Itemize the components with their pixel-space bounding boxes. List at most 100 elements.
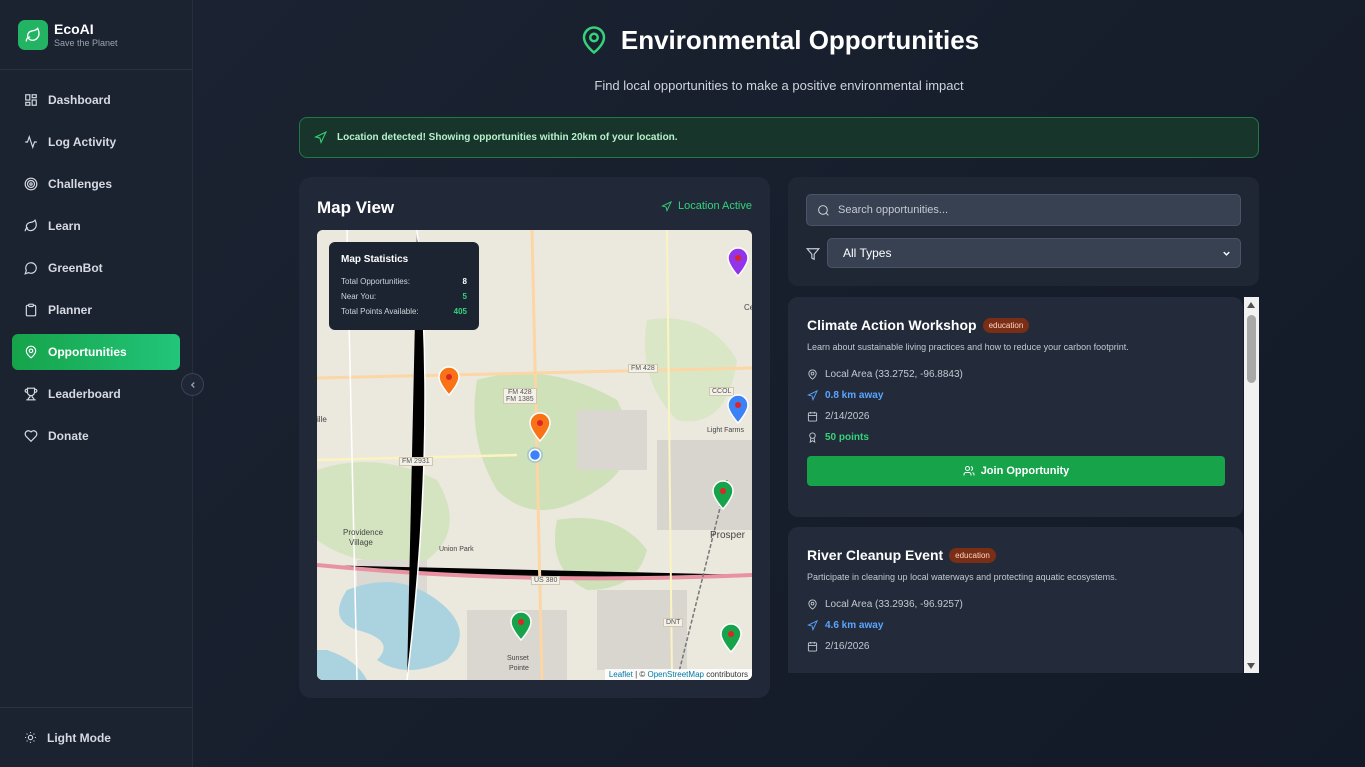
category-badge: education [949, 547, 996, 563]
sidebar-item-label: Donate [48, 429, 89, 443]
map-statistics-title: Map Statistics [341, 254, 409, 265]
navigation-icon [314, 131, 327, 144]
town-label: Village [349, 538, 373, 547]
town-label: Providence [343, 528, 384, 537]
map-marker-blue-icon[interactable] [727, 394, 749, 424]
sidebar-item-learn[interactable]: Learn [12, 208, 180, 244]
opportunity-title: Climate Action Workshop [807, 317, 977, 333]
leaf-logo-icon [18, 19, 48, 50]
type-filter-value: All Types [843, 246, 892, 260]
theme-toggle-button[interactable]: Light Mode [0, 707, 193, 767]
sidebar-item-leaderboard[interactable]: Leaderboard [12, 376, 180, 412]
page-subtitle: Find local opportunities to make a posit… [594, 78, 964, 93]
map-pin-icon [808, 599, 817, 610]
sidebar-item-label: GreenBot [48, 261, 103, 275]
scroll-thumb[interactable] [1247, 315, 1256, 383]
osm-link[interactable]: OpenStreetMap [647, 670, 703, 679]
town-label: Light Farms [707, 427, 744, 434]
sidebar-item-label: Dashboard [48, 93, 111, 107]
chevron-down-icon [1223, 251, 1230, 256]
map-canvas[interactable]: FM 428 FM 428 FM 1385 FM 2931 US 380 DNT … [317, 230, 752, 680]
heart-icon [24, 430, 38, 443]
opportunity-title: River Cleanup Event [807, 547, 944, 563]
navigation-icon [807, 620, 818, 631]
brand[interactable]: EcoAI Save the Planet [0, 0, 192, 70]
opportunities-list[interactable]: Climate Action Workshop education Learn … [788, 297, 1259, 673]
leaflet-link[interactable]: Leaflet [609, 670, 633, 679]
town-label: Union Park [439, 546, 474, 553]
opportunity-date: 2/14/2026 [807, 406, 1224, 427]
map-statistics: Map Statistics Total Opportunities: 8 Nea… [329, 242, 479, 330]
scroll-up-icon[interactable] [1247, 302, 1255, 308]
map-title: Map View [317, 198, 395, 217]
opportunity-distance: 4.6 km away [807, 615, 1224, 636]
navigation-icon [661, 200, 672, 212]
opportunity-date: 2/16/2026 [807, 636, 1224, 657]
sidebar-item-donate[interactable]: Donate [12, 418, 180, 454]
map-pin-icon [808, 369, 817, 380]
map-panel: Map View Location Active FM 428 FM 428 F… [299, 177, 770, 698]
filter-icon [806, 248, 820, 261]
type-filter-select[interactable]: All Types [827, 238, 1241, 268]
stat-total: Total Opportunities: 8 [341, 277, 467, 286]
navigation-icon [807, 390, 818, 401]
search-input[interactable]: Search opportunities... [806, 194, 1241, 226]
opportunity-card: River Cleanup Event education Participat… [788, 527, 1243, 673]
join-button-label: Join Opportunity [980, 465, 1070, 477]
sidebar: EcoAI Save the Planet Dashboard Log Acti… [0, 0, 193, 767]
sidebar-item-challenges[interactable]: Challenges [12, 166, 180, 202]
opportunity-points: 50 points [807, 427, 1224, 448]
list-scrollbar[interactable] [1244, 297, 1259, 673]
search-panel: Search opportunities... All Types [788, 177, 1259, 286]
sidebar-item-dashboard[interactable]: Dashboard [12, 82, 180, 118]
town-label: Ce [744, 303, 752, 312]
sidebar-item-label: Learn [48, 219, 81, 233]
scroll-down-icon[interactable] [1247, 663, 1255, 669]
brand-tagline: Save the Planet [54, 37, 118, 48]
opportunity-location: Local Area (33.2752, -96.8843) [807, 364, 1224, 385]
town-label: Sunset [507, 655, 529, 662]
location-status: Location Active [661, 200, 752, 212]
sidebar-item-planner[interactable]: Planner [12, 292, 180, 328]
map-marker-orange-icon[interactable] [529, 412, 551, 442]
grid-icon [25, 94, 37, 106]
sidebar-nav: Dashboard Log Activity Challenges Learn … [0, 70, 192, 454]
map-marker-green-icon[interactable] [720, 623, 742, 653]
opportunity-distance: 0.8 km away [807, 385, 1224, 406]
road-label: US 380 [531, 576, 561, 585]
road-label: DNT [663, 618, 684, 627]
collapse-sidebar-button[interactable] [181, 373, 204, 396]
sidebar-item-label: Challenges [48, 177, 113, 191]
clipboard-icon [25, 303, 37, 317]
location-alert: Location detected! Showing opportunities… [299, 117, 1259, 158]
town-label: Pointe [509, 665, 529, 672]
sidebar-item-opportunities[interactable]: Opportunities [12, 334, 180, 370]
road-label: FM 428 [628, 364, 658, 373]
opportunity-card: Climate Action Workshop education Learn … [788, 297, 1243, 517]
sidebar-item-greenbot[interactable]: GreenBot [12, 250, 180, 286]
town-label: ille [317, 415, 327, 424]
town-label: Prosper [710, 530, 746, 541]
sidebar-item-label: Log Activity [48, 135, 117, 149]
road-label: FM 428 FM 1385 [503, 388, 537, 404]
opportunity-description: Learn about sustainable living practices… [807, 342, 1129, 352]
page-header: Environmental Opportunities Find local o… [193, 24, 1365, 93]
map-marker-purple-icon[interactable] [727, 247, 749, 277]
sidebar-item-label: Planner [48, 303, 93, 317]
theme-toggle-label: Light Mode [47, 730, 111, 745]
alert-text: Location detected! Showing opportunities… [337, 132, 678, 143]
opportunity-description: Participate in cleaning up local waterwa… [807, 572, 1118, 582]
opportunity-location: Local Area (33.2936, -96.9257) [807, 594, 1224, 615]
search-icon [818, 204, 829, 216]
location-status-text: Location Active [678, 200, 752, 212]
join-opportunity-button[interactable]: Join Opportunity [807, 456, 1225, 486]
map-marker-green-icon[interactable] [510, 611, 532, 641]
sidebar-item-label: Opportunities [48, 345, 127, 359]
target-icon [24, 177, 38, 191]
map-marker-orange-icon[interactable] [438, 366, 460, 396]
map-marker-green-icon[interactable] [712, 480, 734, 510]
sidebar-item-log-activity[interactable]: Log Activity [12, 124, 180, 160]
map-pin-icon [25, 345, 37, 359]
sun-icon [25, 732, 36, 743]
stat-points: Total Points Available: 405 [341, 307, 467, 316]
